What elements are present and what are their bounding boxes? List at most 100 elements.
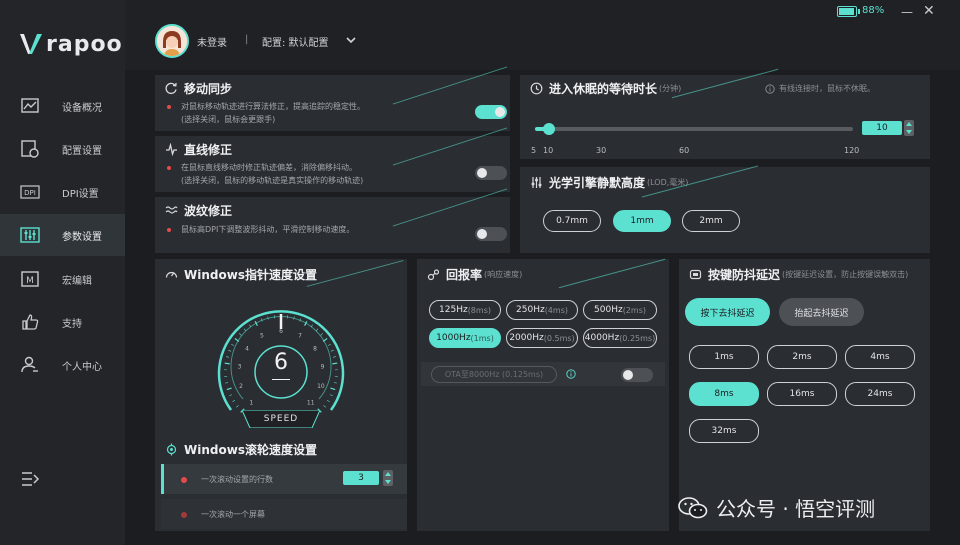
decor-line <box>392 127 508 166</box>
chevron-down-icon[interactable] <box>345 34 357 46</box>
polling-1000hz[interactable]: 1000Hz (1ms) <box>429 328 501 348</box>
sidebar-item-config[interactable]: 配置设置 <box>0 128 125 170</box>
avatar[interactable] <box>155 24 189 58</box>
motion-sync-panel: 移动同步 对鼠标移动轨迹进行算法修正，提高追踪的稳定性。 (选择关闭，鼠标会更跟… <box>155 66 510 131</box>
wheel-lines-input[interactable]: 3 <box>343 471 379 485</box>
pointer-speed-value: 6 <box>274 350 288 375</box>
press-debounce-button[interactable]: 按下去抖延迟 <box>685 298 770 326</box>
sleep-value-input[interactable]: 10 <box>862 121 902 135</box>
debounce-8ms[interactable]: 8ms <box>689 382 759 406</box>
polling-125hz[interactable]: 125Hz (8ms) <box>429 300 501 320</box>
minimize-button[interactable]: — <box>901 5 913 19</box>
sleep-tick: 5 <box>531 146 537 155</box>
line-correction-toggle[interactable] <box>475 166 507 180</box>
sidebar-item-dpi[interactable]: DPI DPI设置 <box>0 171 125 213</box>
lod-option-0.7mm[interactable]: 0.7mm <box>543 210 601 232</box>
sidebar-item-label: DPI设置 <box>62 188 99 200</box>
release-debounce-button[interactable]: 抬起去抖延迟 <box>779 298 864 326</box>
config-icon <box>21 140 39 158</box>
lod-option-2mm[interactable]: 2mm <box>682 210 740 232</box>
dial-tick-mark <box>231 343 235 346</box>
dial-tick-mark <box>327 343 331 346</box>
dial-tick-label: 8 <box>313 345 317 352</box>
ota-8000hz-option[interactable]: OTA至8000Hz (0.125ms) <box>431 366 557 383</box>
wheel-row-screen[interactable]: 一次滚动一个屏幕 <box>161 499 407 529</box>
wheel-icon <box>166 443 177 455</box>
wheel-speed-title: Windows滚轮速度设置 <box>184 442 317 457</box>
polling-250hz[interactable]: 250Hz (4ms) <box>506 300 578 320</box>
dial-tick-label: 2 <box>239 383 243 390</box>
battery-level: 88% <box>862 5 885 16</box>
debounce-2ms[interactable]: 2ms <box>767 345 837 369</box>
polling-title: 回报率 <box>446 267 483 282</box>
wheel-lines-stepper[interactable] <box>383 470 393 486</box>
sidebar-item-support[interactable]: 支持 <box>0 301 125 343</box>
dial-tick-label: 4 <box>245 345 249 352</box>
sidebar: rapoo 设备概况 配置设置 DPI DPI设置 参数设置 M 宏编辑 支持 … <box>0 0 125 545</box>
debounce-24ms[interactable]: 24ms <box>845 382 915 406</box>
dial-tick-mark <box>226 387 232 391</box>
line-correction-icon <box>166 142 177 156</box>
ota-row: OTA至8000Hz (0.125ms) <box>421 362 665 386</box>
clock-icon <box>530 82 543 94</box>
sleep-slider-track[interactable] <box>535 127 853 131</box>
lod-option-1mm[interactable]: 1mm <box>613 210 671 232</box>
info-icon[interactable] <box>566 369 576 379</box>
wheel-row-lines[interactable]: 一次滚动设置的行数 3 <box>161 464 407 494</box>
dial-tick-label: 10 <box>317 383 325 390</box>
motion-sync-toggle[interactable] <box>475 105 507 119</box>
sidebar-item-label: 宏编辑 <box>62 275 92 287</box>
decor-line <box>671 68 779 99</box>
sleep-note: 有线连接时，鼠标不休眠。 <box>765 83 875 94</box>
debounce-panel: 按键防抖延迟 (按键延迟设置，防止按键误触双击) 按下去抖延迟 抬起去抖延迟 1… <box>679 259 930 531</box>
line-correction-panel: 直线修正 在鼠标直线移动时修正轨迹偏差，消除偏移抖动。 (选择关闭，鼠标的移动轨… <box>155 127 510 192</box>
login-status[interactable]: 未登录 <box>197 34 227 49</box>
pointer-value-underline <box>272 379 290 380</box>
thumbs-up-icon <box>22 314 39 330</box>
speed-label: SPEED <box>263 414 299 424</box>
debounce-1ms[interactable]: 1ms <box>689 345 759 369</box>
debounce-32ms[interactable]: 32ms <box>689 419 759 443</box>
ripple-correction-toggle[interactable] <box>475 227 507 241</box>
lod-panel: 光学引擎静默高度 (LOD,毫米) 0.7mm 1mm 2mm <box>520 165 930 253</box>
dial-tick-mark <box>229 394 233 397</box>
dial-tick-mark <box>332 362 338 365</box>
radio-dot <box>181 512 187 518</box>
polling-500hz[interactable]: 500Hz (2ms) <box>583 300 657 320</box>
sleep-tick: 30 <box>596 146 607 155</box>
sidebar-item-device-overview[interactable]: 设备概况 <box>0 85 125 127</box>
sidebar-item-macro[interactable]: M 宏编辑 <box>0 258 125 300</box>
polling-2000hz[interactable]: 2000Hz (0.5ms) <box>506 328 578 348</box>
watermark: 公众号 · 悟空评测 <box>678 493 875 522</box>
sidebar-item-label: 参数设置 <box>62 231 102 243</box>
sidebar-item-profile[interactable]: 个人中心 <box>0 344 125 386</box>
sidebar-item-label: 个人中心 <box>62 361 102 373</box>
sleep-stepper[interactable] <box>904 120 914 136</box>
polling-unit: (响应速度) <box>484 269 523 279</box>
motion-sync-title: 移动同步 <box>184 81 233 96</box>
watermark-text: 公众号 · 悟空评测 <box>716 497 876 521</box>
dial-tick-mark <box>236 405 239 408</box>
sidebar-item-label: 配置设置 <box>62 145 102 157</box>
ota-toggle[interactable] <box>621 368 653 382</box>
config-selector[interactable]: 配置: 默认配置 <box>262 34 329 49</box>
collapse-menu-icon[interactable] <box>20 470 40 488</box>
debounce-4ms[interactable]: 4ms <box>845 345 915 369</box>
dial-tick-label: 9 <box>321 363 325 370</box>
battery-icon <box>837 6 860 17</box>
dial-tick-mark <box>226 356 230 358</box>
dial-tick-mark <box>332 356 336 358</box>
dial-tick-mark <box>329 394 333 397</box>
sidebar-item-params[interactable]: 参数设置 <box>0 214 125 256</box>
pointer-speed-panel: Windows指针速度设置 1 2 3 4 5 6 7 8 9 10 11 6 SPEED Wind… <box>155 259 407 531</box>
sleep-slider-handle[interactable] <box>542 123 555 135</box>
polling-icon <box>427 268 440 280</box>
close-button[interactable]: ✕ <box>923 3 935 19</box>
alert-dot <box>167 166 171 170</box>
debounce-16ms[interactable]: 16ms <box>767 382 837 406</box>
polling-4000hz[interactable]: 4000Hz (0.25ms) <box>583 328 657 348</box>
sleep-tick: 10 <box>543 146 554 155</box>
user-icon <box>21 356 38 373</box>
dial-tick-mark <box>293 316 295 320</box>
avatar-face-icon <box>157 26 187 56</box>
